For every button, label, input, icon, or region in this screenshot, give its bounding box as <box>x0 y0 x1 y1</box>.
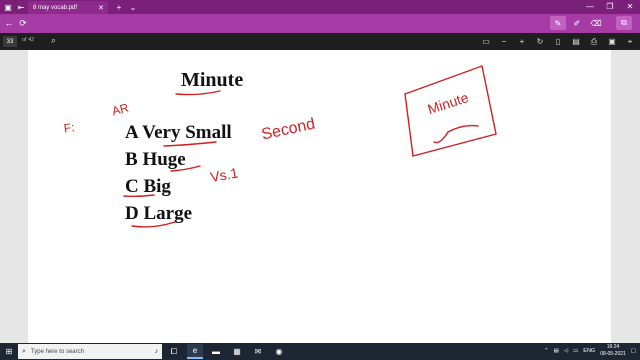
handwriting-vs1: Vs.1 <box>209 164 240 185</box>
page-view-icon[interactable]: ▯ <box>552 34 564 49</box>
zoom-out-icon[interactable]: − <box>498 34 510 49</box>
option-b: B Huge <box>125 149 186 170</box>
web-capture-icon[interactable]: ⧉ <box>616 16 632 30</box>
print-icon[interactable]: ⎙ <box>588 34 600 49</box>
pinned-apps: ⧠ e ▬ ▦ ✉ ◉ <box>166 344 287 359</box>
ink-annotations: F: AR Second Vs.1 Minute <box>63 65 497 228</box>
title-bar: ▣ ⇤ 8 may vocab.pdf ✕ + ⌄ — ❐ ✕ <box>0 0 640 14</box>
handwriting-left: F: <box>63 120 76 135</box>
battery-icon[interactable]: ▭ <box>573 348 578 354</box>
search-icon: ⌕ <box>22 347 26 355</box>
tray-up-icon[interactable]: ⌃ <box>544 348 549 354</box>
address-bar: ← ⟳ ✎ ✐ ⌫ ⧉ <box>0 14 640 33</box>
notifications-icon[interactable]: ▢ <box>631 348 636 354</box>
minimize-button[interactable]: — <box>580 0 600 14</box>
handwriting-ar: AR <box>110 100 130 118</box>
save-icon[interactable]: ▣ <box>606 34 618 49</box>
store-icon[interactable]: ▦ <box>229 344 245 359</box>
screen: ▣ ⇤ 8 may vocab.pdf ✕ + ⌄ — ❐ ✕ ← ⟳ ✎ ✐ … <box>0 0 640 360</box>
new-tab-button[interactable]: + <box>112 0 126 14</box>
window-controls: — ❐ ✕ <box>580 0 640 14</box>
eraser-icon[interactable]: ⌫ <box>588 16 604 30</box>
tab-menu-icon[interactable]: ⌄ <box>126 0 140 14</box>
clock-date: 08-05-2021 <box>600 351 626 357</box>
reload-button[interactable]: ⟳ <box>16 16 30 30</box>
back-button[interactable]: ← <box>2 16 16 30</box>
question-heading: Minute <box>181 69 244 91</box>
zoom-in-icon[interactable]: + <box>516 34 528 49</box>
pin-toolbar-icon[interactable]: ⌖ <box>624 34 636 49</box>
rotate-icon[interactable]: ↻ <box>534 34 546 49</box>
windows-start-icon[interactable]: ⊞ <box>2 345 16 358</box>
taskbar-search[interactable]: ⌕ Type here to search ♪ <box>18 344 162 359</box>
edge-icon[interactable]: e <box>187 344 203 359</box>
tab-title: 8 may vocab.pdf <box>33 4 78 11</box>
network-icon[interactable]: ▤ <box>554 348 559 354</box>
microphone-icon[interactable]: ♪ <box>155 348 159 355</box>
highlighter-icon[interactable]: ✐ <box>569 16 585 30</box>
handwriting-box-word: Minute <box>426 89 471 117</box>
pdf-page[interactable]: Minute A Very Small B Huge C Big D Large <box>28 50 611 343</box>
ink-tools: ✎ ✐ ⌫ ⧉ <box>550 16 632 30</box>
handwriting-second: Second <box>260 116 317 144</box>
pdf-tools: ▭ − + ↻ ▯ ▤ ⎙ ▣ ⌖ <box>480 34 636 49</box>
document-area[interactable]: Minute A Very Small B Huge C Big D Large <box>0 50 640 343</box>
chrome-icon[interactable]: ◉ <box>271 344 287 359</box>
volume-icon[interactable]: ◁ <box>564 348 568 354</box>
window-menu-icon[interactable]: ▣ <box>1 0 15 14</box>
pdf-toolbar: 33 of 42 ⌕ ▭ − + ↻ ▯ ▤ ⎙ ▣ ⌖ <box>0 33 640 50</box>
taskbar: ⊞ ⌕ Type here to search ♪ ⧠ e ▬ ▦ ✉ ◉ ⌃ … <box>0 343 640 360</box>
mail-icon[interactable]: ✉ <box>250 344 266 359</box>
tab-close-icon[interactable]: ✕ <box>98 4 104 12</box>
clock-time: 16:24 <box>606 344 620 350</box>
search-placeholder: Type here to search <box>30 348 84 355</box>
option-c: C Big <box>125 176 171 197</box>
tab-active[interactable]: 8 may vocab.pdf ✕ <box>28 1 108 14</box>
clock[interactable]: 16:24 08-05-2021 <box>600 344 626 358</box>
page-number-input[interactable]: 33 <box>3 36 17 47</box>
page-total: of 42 <box>22 37 35 43</box>
language-indicator[interactable]: ENG <box>583 348 595 354</box>
read-aloud-icon[interactable]: ▤ <box>570 34 582 49</box>
pen-icon[interactable]: ✎ <box>550 16 566 30</box>
close-window-button[interactable]: ✕ <box>620 0 640 14</box>
search-icon[interactable]: ⌕ <box>51 35 56 46</box>
file-explorer-icon[interactable]: ▬ <box>208 344 224 359</box>
maximize-button[interactable]: ❐ <box>600 0 620 14</box>
tab-actions-icon[interactable]: ⇤ <box>14 0 28 14</box>
fit-page-icon[interactable]: ▭ <box>480 34 492 49</box>
system-tray: ⌃ ▤ ◁ ▭ ENG 16:24 08-05-2021 ▢ <box>544 344 636 358</box>
option-d: D Large <box>125 203 193 224</box>
task-view-icon[interactable]: ⧠ <box>166 344 182 359</box>
option-a: A Very Small <box>125 122 232 143</box>
